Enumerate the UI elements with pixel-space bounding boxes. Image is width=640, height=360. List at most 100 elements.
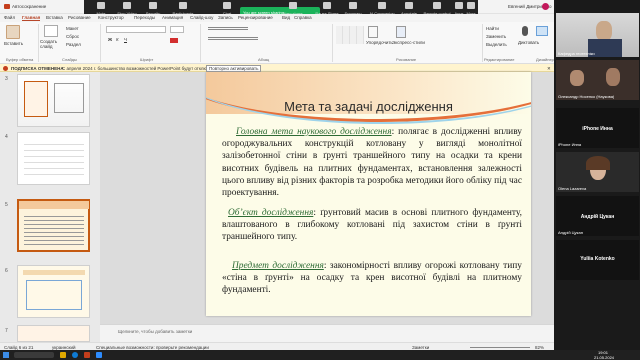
bold-button[interactable]: Ж: [108, 37, 112, 42]
slide-thumbnail-4[interactable]: [17, 132, 90, 185]
slide-thumbnail-5[interactable]: [17, 199, 90, 252]
replace-button[interactable]: Заменить: [486, 34, 506, 39]
summary-icon: [349, 2, 357, 9]
taskbar: 19:01 21.05.2024: [0, 350, 640, 360]
pause-icon: [323, 2, 331, 9]
slide-number: 3: [5, 76, 8, 82]
avatar[interactable]: [542, 3, 549, 10]
slide-number: 7: [5, 328, 8, 334]
message-bar: ПОДПИСКА ОТМЕНЕНА С апреля 2024 г. больш…: [0, 64, 554, 73]
more-icon: [467, 2, 475, 9]
slide-thumbnail-6[interactable]: [17, 265, 90, 318]
powerpoint-taskbar-icon[interactable]: [84, 352, 90, 358]
tab-record[interactable]: Запись: [218, 15, 233, 20]
browser-icon[interactable]: [72, 352, 78, 358]
section-button[interactable]: Раздел: [66, 42, 81, 47]
tab-insert[interactable]: Вставка: [46, 15, 63, 20]
font-size-field[interactable]: [170, 26, 184, 33]
group-clipboard: Буфер обмена: [6, 57, 34, 62]
slide-paragraph-object: Об’єкт дослідження: ґрунтовий масив в ос…: [222, 208, 522, 243]
tab-review[interactable]: Рецензирование: [238, 15, 273, 20]
bullets-icon[interactable]: [208, 27, 248, 30]
people-icon: [179, 2, 187, 9]
slide-thumbnail-3[interactable]: [17, 74, 90, 127]
share-screen-icon: [289, 2, 297, 9]
notes-placeholder: Щелкните, чтобы добавить заметки: [118, 329, 193, 334]
select-button[interactable]: Выделить: [486, 42, 507, 47]
windows-start-icon[interactable]: [3, 352, 9, 358]
slide-thumbnail-7[interactable]: [17, 325, 90, 342]
shapes-gallery[interactable]: [336, 26, 364, 44]
microphone-icon: [522, 26, 528, 36]
zoom-taskbar-icon[interactable]: [96, 352, 102, 358]
group-designer: Дизайнер: [536, 57, 554, 62]
layout-button[interactable]: Макет: [66, 26, 79, 31]
goal-term: Головна мета наукового дослідження: [236, 127, 392, 137]
status-bar: Слайд 6 из 21 украинский Специальные воз…: [0, 342, 554, 350]
ribbon-tabs: Файл Главная Вставка Рисование Конструкт…: [0, 14, 554, 22]
participants-panel: Кафедра геотехніки Олександр Носенко (На…: [554, 0, 640, 350]
dictate-button[interactable]: Диктовать: [518, 40, 539, 45]
paste-icon: [6, 25, 20, 39]
new-slide-icon: [44, 25, 58, 37]
microphone-icon: [97, 2, 105, 9]
powerpoint-icon: [4, 4, 10, 9]
align-icon[interactable]: [208, 37, 258, 40]
folder-icon[interactable]: [60, 352, 66, 358]
font-color-icon[interactable]: [170, 38, 178, 43]
slide-thumbnails: 3 4 5 6 7: [0, 72, 100, 342]
autosave-label: Автосохранение: [12, 4, 47, 9]
participant-video[interactable]: Олександр Носенко (Наукова): [556, 60, 639, 100]
zoom-slider[interactable]: [470, 346, 530, 348]
search-box[interactable]: [14, 352, 54, 358]
ribbon: Вставить Буфер обмена Создать слайд Маке…: [0, 22, 554, 64]
current-slide[interactable]: Мета та задачі дослідження Головна мета …: [206, 72, 531, 316]
tab-view[interactable]: Вид: [282, 15, 290, 20]
quick-styles-icon: [396, 26, 406, 38]
slide-number: 4: [5, 134, 8, 140]
group-font: Шрифт: [140, 57, 154, 62]
message-title: ПОДПИСКА ОТМЕНЕНА: [11, 65, 64, 71]
find-button[interactable]: Найти: [486, 26, 499, 31]
arrange-icon: [368, 26, 378, 38]
tab-help[interactable]: Справка: [294, 15, 312, 20]
notes-pane[interactable]: Щелкните, чтобы добавить заметки: [100, 324, 554, 342]
tab-draw[interactable]: Рисование: [68, 15, 91, 20]
reset-button[interactable]: Сброс: [66, 34, 79, 39]
sparkle-icon: [378, 2, 386, 9]
object-term: Об’єкт дослідження: [228, 208, 314, 218]
tab-home[interactable]: Главная: [22, 15, 41, 21]
paste-button[interactable]: Вставить: [4, 41, 23, 46]
warning-icon: [3, 65, 8, 71]
shield-icon: [149, 2, 157, 9]
participant-video[interactable]: Olena Lazareva: [556, 152, 639, 192]
person-face: [596, 21, 612, 41]
tab-design[interactable]: Конструктор: [98, 15, 124, 20]
new-slide-button[interactable]: Создать слайд: [40, 39, 62, 49]
font-name-field[interactable]: [106, 26, 166, 33]
arrange-button[interactable]: Упорядочить: [366, 40, 393, 45]
slide-paragraph-goal: Головна мета наукового дослідження: поля…: [222, 127, 522, 199]
participant-video[interactable]: Кафедра геотехніки: [556, 13, 639, 57]
tab-animations[interactable]: Анимация: [162, 15, 183, 20]
tab-slideshow[interactable]: Слайд-шоу: [190, 15, 213, 20]
quick-styles-button[interactable]: Экспресс-стили: [392, 40, 425, 45]
remote-control-icon: [433, 2, 441, 9]
group-editing: Редактирование: [484, 57, 515, 62]
underline-button[interactable]: Ч: [124, 37, 127, 42]
participant-tile[interactable]: iPhone Инна iPhone Инна: [556, 108, 639, 148]
group-paragraph: Абзац: [258, 57, 270, 62]
chat-icon: [223, 2, 231, 9]
participant-tile[interactable]: Андрій Цукан Андрій Цукан: [556, 196, 639, 236]
italic-button[interactable]: К: [116, 37, 119, 42]
slide-title: Мета та задачі дослідження: [284, 99, 453, 114]
participant-tile[interactable]: Yuliia Kotenko: [556, 240, 639, 280]
screen: { "titlebar":{"autosave":"Автосохранение…: [0, 0, 640, 360]
tab-file[interactable]: Файл: [4, 15, 15, 20]
subject-term: Предмет дослідження: [232, 261, 324, 271]
message-text: С апреля 2024 г. большинство возможносте…: [62, 65, 219, 71]
tab-transitions[interactable]: Переходы: [134, 15, 155, 20]
group-slides: Слайды: [62, 57, 77, 62]
close-icon[interactable]: ✕: [547, 66, 551, 71]
pen-icon: [405, 2, 413, 9]
